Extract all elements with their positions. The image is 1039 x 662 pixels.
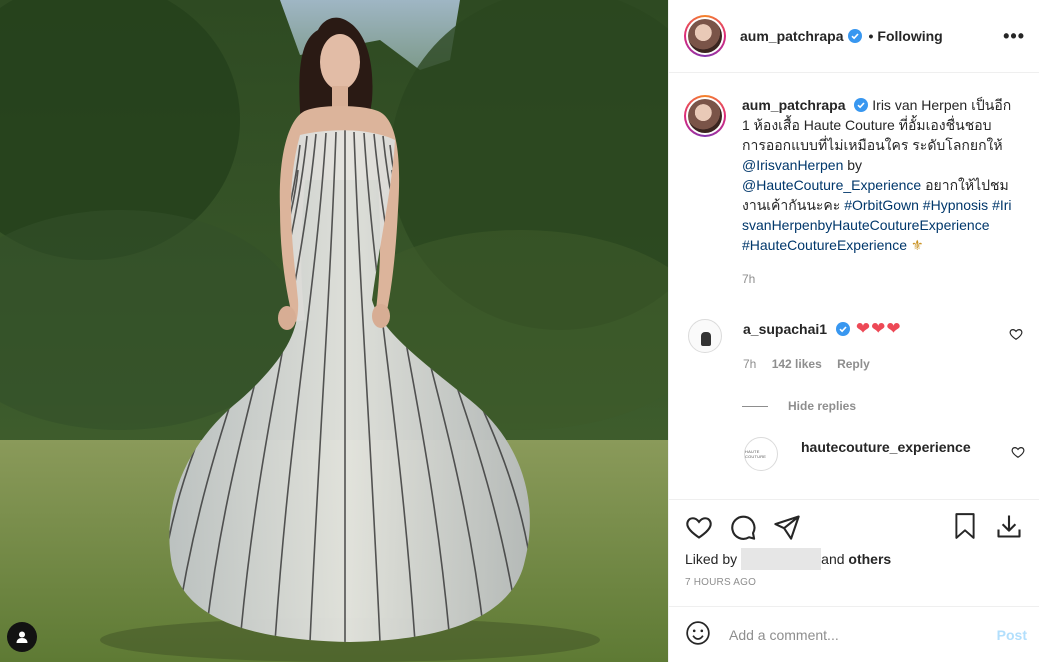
commenter-username[interactable]: a_supachai1 bbox=[743, 321, 827, 337]
mention-link[interactable]: @HauteCouture_Experience bbox=[742, 177, 921, 193]
comments-list[interactable]: aum_patchrapa Iris van Herpen เป็นอีก 1 … bbox=[669, 73, 1039, 499]
post-comment-button[interactable]: Post bbox=[997, 627, 1027, 643]
hashtag-link[interactable]: #OrbitGown bbox=[844, 197, 919, 213]
add-comment-bar: Add a comment... Post bbox=[669, 606, 1039, 662]
liked-by-redacted-user[interactable] bbox=[741, 548, 822, 570]
caption-username[interactable]: aum_patchrapa bbox=[742, 97, 845, 113]
post-side-panel: aum_patchrapa • Following ••• aum_patchr… bbox=[668, 0, 1039, 662]
emoji-smiley-icon[interactable] bbox=[685, 620, 711, 649]
save-bookmark-icon[interactable] bbox=[952, 512, 978, 543]
liked-by-others[interactable]: others bbox=[848, 551, 891, 567]
reply-avatar[interactable]: HAUTE COUTURE bbox=[744, 437, 778, 471]
comment-time[interactable]: 7h bbox=[743, 357, 756, 371]
comment: a_supachai1 ❤❤❤ 7h 142 likes Reply bbox=[684, 319, 1023, 371]
author-avatar[interactable] bbox=[684, 15, 726, 57]
liked-by-suffix: and bbox=[821, 551, 845, 567]
verified-badge-icon bbox=[848, 29, 863, 43]
comment-body: a_supachai1 ❤❤❤ 7h 142 likes Reply bbox=[743, 319, 902, 371]
hashtag-link[interactable]: #HauteCoutureExperience bbox=[742, 237, 907, 253]
like-reply-heart-icon[interactable] bbox=[1011, 445, 1025, 462]
header-separator: • bbox=[868, 28, 874, 44]
liked-by-prefix: Liked by bbox=[685, 551, 738, 567]
mention-link[interactable]: @IrisvanHerpen bbox=[742, 157, 843, 173]
more-options-icon[interactable]: ••• bbox=[1003, 26, 1025, 47]
post-photo[interactable] bbox=[0, 0, 668, 662]
comment-input[interactable]: Add a comment... bbox=[729, 627, 839, 643]
comment-bubble-icon[interactable] bbox=[729, 513, 757, 541]
caption-avatar[interactable] bbox=[684, 95, 726, 137]
verified-badge-icon bbox=[854, 98, 869, 112]
post-actions: Liked by and others 7 HOURS AGO bbox=[669, 499, 1039, 606]
caption-text: by bbox=[843, 157, 863, 173]
commenter-avatar[interactable] bbox=[688, 319, 722, 353]
action-icons bbox=[685, 512, 1023, 542]
instagram-post-modal: aum_patchrapa • Following ••• aum_patchr… bbox=[0, 0, 1039, 662]
download-icon[interactable] bbox=[995, 512, 1023, 543]
hide-replies-line bbox=[742, 405, 768, 407]
comment-meta: 7h 142 likes Reply bbox=[743, 357, 902, 371]
posted-time[interactable]: 7 HOURS AGO bbox=[685, 577, 1023, 588]
caption: aum_patchrapa Iris van Herpen เป็นอีก 1 … bbox=[684, 95, 1023, 289]
like-comment-heart-icon[interactable] bbox=[1009, 327, 1023, 344]
post-header: aum_patchrapa • Following ••• bbox=[669, 0, 1039, 73]
hide-replies-button[interactable]: Hide replies bbox=[742, 399, 1023, 413]
verified-badge-icon bbox=[835, 322, 850, 336]
fleur-de-lis-emoji: ⚜ bbox=[910, 237, 924, 253]
reply-username[interactable]: hautecouture_experience bbox=[801, 439, 971, 471]
caption-body: aum_patchrapa Iris van Herpen เป็นอีก 1 … bbox=[742, 95, 1012, 289]
hide-replies-label: Hide replies bbox=[788, 399, 857, 413]
tagged-users-button[interactable] bbox=[7, 622, 37, 652]
share-paper-plane-icon[interactable] bbox=[773, 513, 801, 541]
photo-illustration bbox=[0, 0, 668, 662]
user-icon bbox=[16, 631, 28, 643]
hashtag-link[interactable]: #Hypnosis bbox=[923, 197, 988, 213]
like-heart-icon[interactable] bbox=[685, 513, 713, 541]
comment-likes[interactable]: 142 likes bbox=[772, 357, 822, 371]
comment-text: ❤❤❤ bbox=[855, 319, 902, 338]
reply-button[interactable]: Reply bbox=[837, 357, 870, 371]
following-button[interactable]: Following bbox=[877, 28, 942, 44]
author-username[interactable]: aum_patchrapa bbox=[740, 28, 843, 44]
liked-by: Liked by and others bbox=[685, 548, 1023, 570]
reply-comment: HAUTE COUTURE hautecouture_experience bbox=[744, 437, 1025, 471]
caption-time[interactable]: 7h bbox=[742, 269, 1012, 289]
